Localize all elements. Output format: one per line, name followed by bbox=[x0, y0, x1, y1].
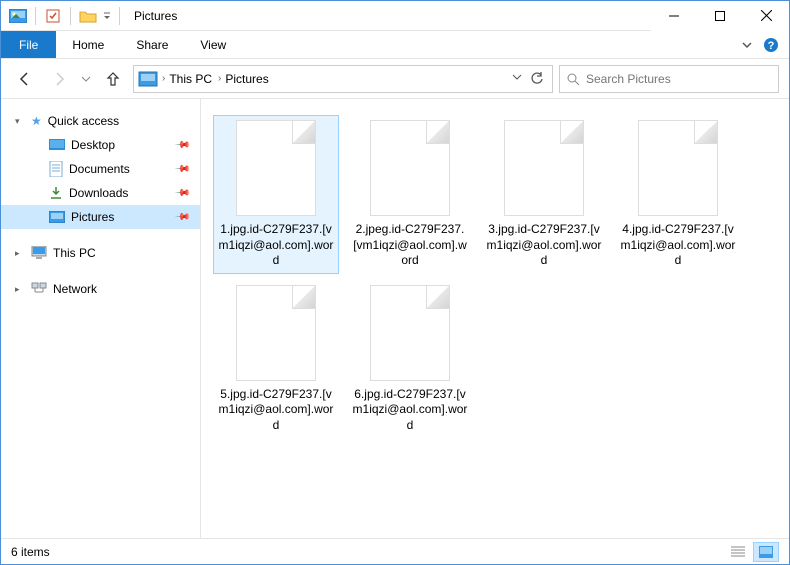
pin-icon: 📌 bbox=[173, 137, 190, 154]
search-input[interactable] bbox=[586, 72, 772, 86]
file-list[interactable]: 1.jpg.id-C279F237.[vm1iqzi@aol.com].word… bbox=[201, 99, 789, 538]
pin-icon: 📌 bbox=[173, 185, 190, 202]
sidebar-item-pictures[interactable]: Pictures 📌 bbox=[1, 205, 200, 229]
pin-icon: 📌 bbox=[173, 209, 190, 226]
file-item[interactable]: 6.jpg.id-C279F237.[vm1iqzi@aol.com].word bbox=[347, 280, 473, 439]
sidebar-item-label: This PC bbox=[53, 246, 96, 260]
file-item[interactable]: 1.jpg.id-C279F237.[vm1iqzi@aol.com].word bbox=[213, 115, 339, 274]
maximize-button[interactable] bbox=[697, 1, 743, 31]
back-button[interactable] bbox=[11, 65, 39, 93]
file-item[interactable]: 2.jpeg.id-C279F237.[vm1iqzi@aol.com].wor… bbox=[347, 115, 473, 274]
sidebar-item-label: Desktop bbox=[71, 138, 115, 152]
status-text: 6 items bbox=[11, 545, 50, 559]
help-icon[interactable]: ? bbox=[763, 37, 779, 53]
titlebar: Pictures bbox=[1, 1, 789, 31]
star-icon: ★ bbox=[31, 114, 42, 128]
breadcrumb-segment[interactable]: Pictures bbox=[225, 72, 268, 86]
window-controls bbox=[651, 1, 789, 31]
pin-icon: 📌 bbox=[173, 161, 190, 178]
sidebar-network[interactable]: ▸ Network bbox=[1, 277, 200, 301]
file-name: 3.jpg.id-C279F237.[vm1iqzi@aol.com].word bbox=[486, 222, 602, 269]
window-title: Pictures bbox=[134, 9, 177, 23]
sidebar-item-label: Downloads bbox=[69, 186, 128, 200]
expand-icon[interactable]: ▸ bbox=[15, 284, 20, 295]
navigation-pane: ▾ ★ Quick access Desktop 📌 Documents 📌 D… bbox=[1, 99, 201, 538]
search-icon bbox=[566, 72, 580, 86]
qat-dropdown-icon[interactable] bbox=[101, 5, 113, 27]
breadcrumb[interactable]: › This PC › Pictures bbox=[133, 65, 553, 93]
sidebar-item-label: Pictures bbox=[71, 210, 114, 224]
sidebar-quick-access[interactable]: ▾ ★ Quick access bbox=[1, 109, 200, 133]
chevron-right-icon[interactable]: › bbox=[162, 73, 165, 84]
up-button[interactable] bbox=[99, 65, 127, 93]
sidebar-item-documents[interactable]: Documents 📌 bbox=[1, 157, 200, 181]
file-thumbnail bbox=[370, 285, 450, 381]
file-name: 5.jpg.id-C279F237.[vm1iqzi@aol.com].word bbox=[218, 387, 334, 434]
folder-icon[interactable] bbox=[77, 5, 99, 27]
thumbnails-view-button[interactable] bbox=[753, 542, 779, 562]
file-item[interactable]: 4.jpg.id-C279F237.[vm1iqzi@aol.com].word bbox=[615, 115, 741, 274]
tab-view[interactable]: View bbox=[184, 31, 242, 58]
file-thumbnail bbox=[236, 285, 316, 381]
file-name: 6.jpg.id-C279F237.[vm1iqzi@aol.com].word bbox=[352, 387, 468, 434]
ribbon: File Home Share View ? bbox=[1, 31, 789, 59]
navigation-bar: › This PC › Pictures bbox=[1, 59, 789, 99]
minimize-button[interactable] bbox=[651, 1, 697, 31]
downloads-icon bbox=[49, 186, 63, 200]
this-pc-icon bbox=[31, 246, 47, 260]
properties-icon[interactable] bbox=[42, 5, 64, 27]
sidebar-item-downloads[interactable]: Downloads 📌 bbox=[1, 181, 200, 205]
app-icon bbox=[7, 5, 29, 27]
quick-access-toolbar: Pictures bbox=[1, 5, 177, 27]
sidebar-item-label: Quick access bbox=[48, 114, 119, 128]
collapse-icon[interactable]: ▾ bbox=[15, 116, 20, 127]
desktop-icon bbox=[49, 139, 65, 151]
breadcrumb-dropdown-icon[interactable] bbox=[512, 72, 522, 86]
file-thumbnail bbox=[370, 120, 450, 216]
file-item[interactable]: 5.jpg.id-C279F237.[vm1iqzi@aol.com].word bbox=[213, 280, 339, 439]
svg-text:?: ? bbox=[768, 40, 775, 52]
documents-icon bbox=[49, 161, 63, 177]
sidebar-item-desktop[interactable]: Desktop 📌 bbox=[1, 133, 200, 157]
close-button[interactable] bbox=[743, 1, 789, 31]
file-thumbnail bbox=[638, 120, 718, 216]
expand-ribbon-icon[interactable] bbox=[741, 39, 753, 51]
search-box[interactable] bbox=[559, 65, 779, 93]
tab-share[interactable]: Share bbox=[120, 31, 184, 58]
file-name: 4.jpg.id-C279F237.[vm1iqzi@aol.com].word bbox=[620, 222, 736, 269]
file-tab[interactable]: File bbox=[1, 31, 56, 58]
refresh-icon[interactable] bbox=[530, 72, 544, 86]
breadcrumb-segment[interactable]: This PC › bbox=[169, 72, 221, 86]
details-view-button[interactable] bbox=[725, 542, 751, 562]
main-area: ▾ ★ Quick access Desktop 📌 Documents 📌 D… bbox=[1, 99, 789, 538]
network-icon bbox=[31, 282, 47, 296]
file-thumbnail bbox=[236, 120, 316, 216]
recent-dropdown-icon[interactable] bbox=[79, 65, 93, 93]
location-icon bbox=[138, 71, 158, 87]
sidebar-item-label: Documents bbox=[69, 162, 130, 176]
tab-home[interactable]: Home bbox=[56, 31, 120, 58]
expand-icon[interactable]: ▸ bbox=[15, 248, 20, 259]
sidebar-this-pc[interactable]: ▸ This PC bbox=[1, 241, 200, 265]
file-name: 1.jpg.id-C279F237.[vm1iqzi@aol.com].word bbox=[218, 222, 334, 269]
status-bar: 6 items bbox=[1, 538, 789, 564]
file-item[interactable]: 3.jpg.id-C279F237.[vm1iqzi@aol.com].word bbox=[481, 115, 607, 274]
pictures-icon bbox=[49, 211, 65, 223]
file-name: 2.jpeg.id-C279F237.[vm1iqzi@aol.com].wor… bbox=[352, 222, 468, 269]
sidebar-item-label: Network bbox=[53, 282, 97, 296]
file-thumbnail bbox=[504, 120, 584, 216]
forward-button[interactable] bbox=[45, 65, 73, 93]
